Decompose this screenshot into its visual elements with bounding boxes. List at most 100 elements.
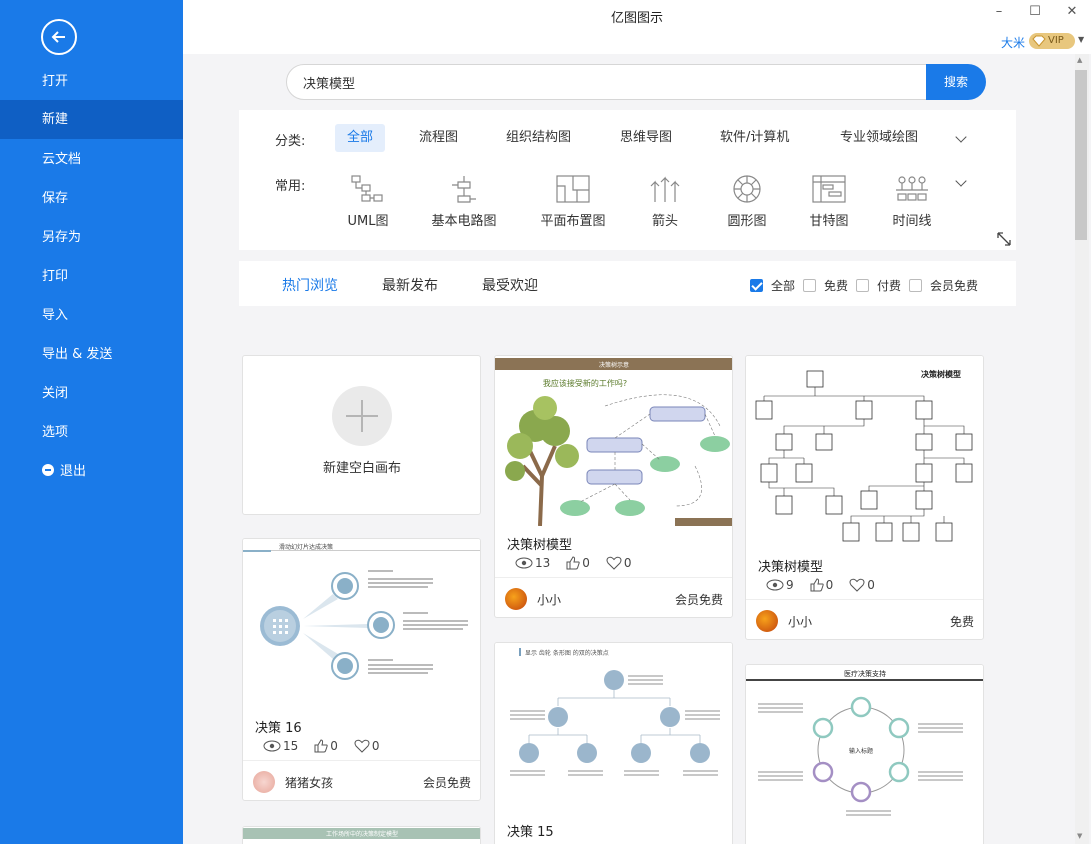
template-thumbnail: 滑动幻灯片达成决策 (243, 539, 480, 709)
app-title: 亿图图示 (610, 11, 663, 26)
avatar (756, 610, 778, 632)
svg-text:滑动幻灯片达成决策: 滑动幻灯片达成决策 (279, 543, 333, 551)
template-stats: 13 0 0 (515, 556, 648, 570)
like-count: 0 (582, 556, 590, 570)
price-badge: 会员免费 (674, 593, 723, 607)
new-blank-label: 新建空白画布 (322, 461, 401, 476)
thumbs-up-icon (810, 578, 824, 592)
common-label: 常用: (275, 179, 306, 194)
checkbox-free-label: 免费 (824, 279, 849, 293)
author-name: 小小 (788, 615, 813, 629)
type-arrow[interactable]: 箭头 (620, 174, 710, 229)
search-button[interactable]: 搜索 (926, 64, 986, 100)
template-card[interactable]: 决策树示意 我应该接受新的工作吗? 决策树模型 13 0 0 小小 会员免费 (494, 355, 733, 618)
minimize-button[interactable]: – (989, 4, 1009, 19)
template-card[interactable]: 医疗决策支持 输入标题 (745, 664, 984, 844)
type-circuit[interactable]: 基本电路图 (419, 174, 509, 229)
price-badge: 免费 (949, 615, 974, 629)
user-name[interactable]: 大米 (1001, 34, 1025, 51)
menu-save[interactable]: 保存 (0, 179, 183, 218)
close-button[interactable]: ✕ (1062, 4, 1082, 19)
circle-diagram-icon (733, 175, 761, 203)
category-all[interactable]: 全部 (335, 124, 386, 152)
category-mind-map[interactable]: 思维导图 (608, 124, 684, 152)
eye-icon (263, 740, 281, 752)
type-floor-plan[interactable]: 平面布置图 (528, 174, 618, 229)
svg-text:决策树示意: 决策树示意 (599, 361, 629, 369)
category-software[interactable]: 软件/计算机 (708, 124, 801, 152)
gantt-icon (812, 175, 846, 203)
vip-badge[interactable]: VIP (1029, 33, 1075, 49)
menu-save-as[interactable]: 另存为 (0, 218, 183, 257)
template-footer: 小小 会员免费 (495, 577, 732, 617)
svg-text:我应该接受新的工作吗?: 我应该接受新的工作吗? (543, 378, 627, 388)
template-thumbnail: 决策树模型 (746, 356, 983, 551)
title-bar: 亿图图示 – ☐ ✕ 大米 VIP ▼ (183, 0, 1091, 54)
fav-count: 0 (623, 556, 632, 570)
checkbox-member-free[interactable] (909, 279, 922, 292)
new-blank-canvas-card[interactable]: 新建空白画布 (242, 355, 481, 515)
template-title: 决策 15 (507, 825, 554, 840)
eye-icon (766, 579, 784, 591)
menu-close[interactable]: 关闭 (0, 374, 183, 413)
template-card[interactable]: 显示 齿轮 条形图 的双的决策点 决策 15 (494, 642, 733, 844)
fav-count: 0 (371, 739, 380, 753)
template-card[interactable]: 工作场所中的决策制定模型 (242, 826, 481, 844)
back-button[interactable] (41, 19, 77, 55)
menu-options[interactable]: 选项 (0, 413, 183, 452)
expand-icon[interactable] (996, 231, 1012, 247)
menu-new[interactable]: 新建 (0, 100, 183, 139)
view-count: 13 (535, 556, 551, 570)
scroll-down-icon[interactable]: ▼ (1077, 832, 1082, 840)
menu-export-send[interactable]: 导出 & 发送 (0, 335, 183, 374)
menu-open[interactable]: 打开 (0, 62, 183, 101)
category-professional[interactable]: 专业领域绘图 (828, 124, 930, 152)
plus-icon (332, 386, 392, 446)
maximize-button[interactable]: ☐ (1025, 4, 1045, 19)
chevron-down-icon[interactable] (955, 131, 967, 143)
author-name: 猪猪女孩 (285, 776, 334, 790)
template-title: 决策树模型 (758, 560, 824, 575)
category-flowchart[interactable]: 流程图 (407, 124, 470, 152)
circuit-icon (452, 176, 476, 203)
heart-icon (849, 578, 865, 592)
menu-cloud-docs[interactable]: 云文档 (0, 140, 183, 179)
template-stats: 15 0 0 (263, 739, 396, 753)
type-timeline[interactable]: 时间线 (867, 174, 957, 229)
menu-exit[interactable]: 退出 (0, 452, 183, 491)
filter-panel: 分类: 全部 流程图 组织结构图 思维导图 软件/计算机 专业领域绘图 常用: … (239, 110, 1016, 250)
type-uml[interactable]: UML图 (323, 174, 413, 229)
heart-icon (354, 739, 370, 753)
template-thumbnail: 决策树示意 我应该接受新的工作吗? (495, 356, 732, 526)
tab-latest[interactable]: 最新发布 (382, 275, 438, 295)
chevron-down-icon[interactable]: ▼ (1078, 35, 1084, 44)
svg-text:显示 齿轮 条形图 的双的决策点: 显示 齿轮 条形图 的双的决策点 (525, 649, 609, 657)
fav-count: 0 (867, 578, 875, 592)
like-count: 0 (825, 578, 834, 592)
arrow-icon (650, 176, 680, 202)
view-count: 9 (786, 578, 794, 592)
type-circle[interactable]: 圆形图 (702, 174, 792, 229)
checkbox-free[interactable] (803, 279, 816, 292)
menu-print[interactable]: 打印 (0, 257, 183, 296)
avatar (253, 771, 275, 793)
diamond-icon (1032, 35, 1046, 47)
scroll-up-icon[interactable]: ▲ (1077, 56, 1082, 64)
tab-hot[interactable]: 热门浏览 (282, 275, 338, 295)
checkbox-all[interactable] (750, 279, 763, 292)
template-title: 决策树模型 (507, 538, 573, 553)
tab-popular[interactable]: 最受欢迎 (482, 275, 538, 295)
thumbs-up-icon (566, 556, 580, 570)
template-card[interactable]: 决策树模型 决策树模型 9 0 0 小小 免费 (745, 355, 984, 640)
price-badge: 会员免费 (422, 776, 471, 790)
category-org-chart[interactable]: 组织结构图 (494, 124, 583, 152)
floor-plan-icon (556, 175, 590, 203)
search-input[interactable] (286, 64, 928, 100)
scrollbar-thumb[interactable] (1075, 70, 1087, 240)
template-card[interactable]: 滑动幻灯片达成决策 决策 16 15 0 0 猪猪女孩 会员免费 (242, 538, 481, 801)
checkbox-paid[interactable] (856, 279, 869, 292)
menu-import[interactable]: 导入 (0, 296, 183, 335)
type-gantt[interactable]: 甘特图 (784, 174, 874, 229)
chevron-down-icon[interactable] (955, 175, 967, 187)
sidebar: 打开 新建 云文档 保存 另存为 打印 导入 导出 & 发送 关闭 选项 退出 (0, 0, 183, 844)
